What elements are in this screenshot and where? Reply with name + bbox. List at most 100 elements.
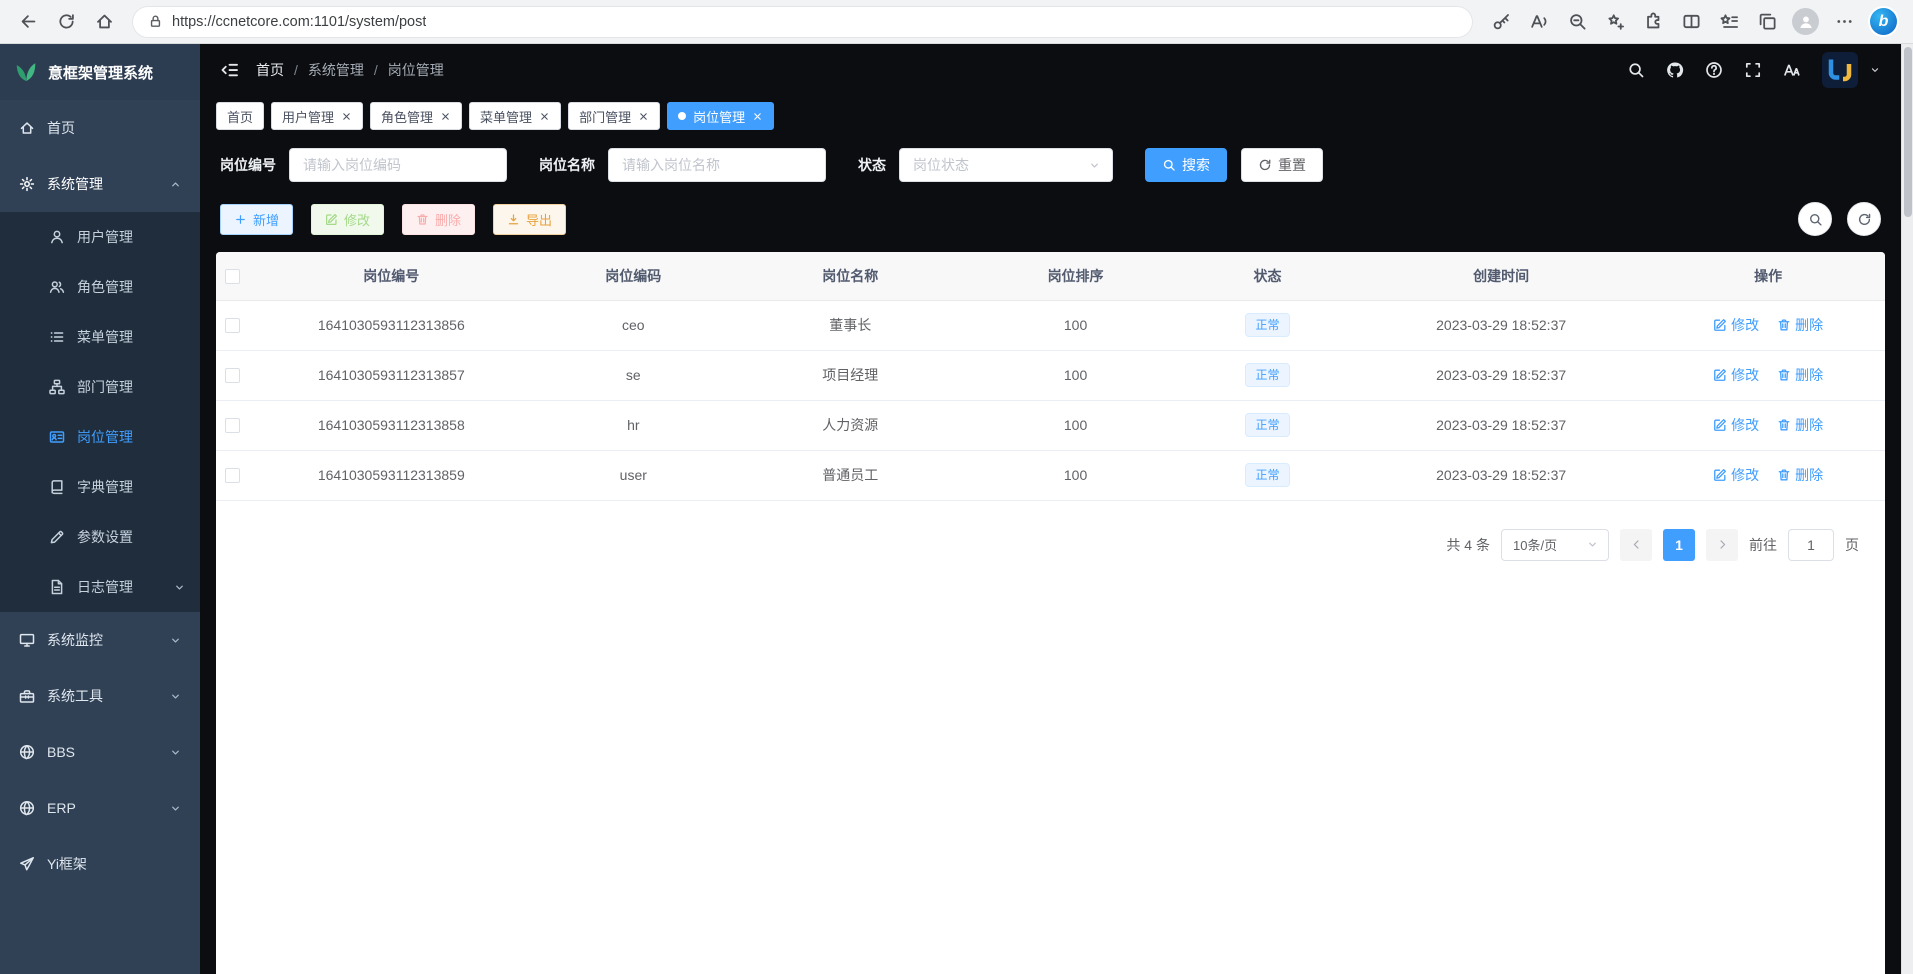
add-favorite-icon[interactable] — [1597, 5, 1633, 39]
sidebar-item[interactable]: 系统监控 — [0, 612, 200, 668]
select-all-checkbox[interactable] — [225, 269, 240, 284]
sidebar-item[interactable]: 部门管理 — [0, 362, 200, 412]
close-icon[interactable] — [440, 111, 451, 122]
next-page-button[interactable] — [1706, 529, 1738, 561]
sidebar-item[interactable]: 系统工具 — [0, 668, 200, 724]
export-button[interactable]: 导出 — [493, 204, 566, 235]
post-name-label: 岗位名称 — [539, 155, 595, 175]
sidebar-item[interactable]: 岗位管理 — [0, 412, 200, 462]
post-code-input[interactable] — [289, 148, 507, 182]
breadcrumb-item[interactable]: 首页 — [256, 60, 284, 80]
read-aloud-icon[interactable] — [1521, 5, 1557, 39]
row-checkbox-cell — [216, 400, 249, 450]
breadcrumb: 首页/系统管理/岗位管理 — [256, 60, 444, 80]
add-button[interactable]: 新增 — [220, 204, 293, 235]
address-bar[interactable]: https://ccnetcore.com:1101/system/post — [132, 6, 1473, 38]
search-button[interactable]: 搜索 — [1145, 148, 1227, 182]
favorites-bar-icon[interactable] — [1711, 5, 1747, 39]
sidebar-item-label: 菜单管理 — [77, 327, 133, 347]
row-checkbox[interactable] — [225, 368, 240, 383]
prev-page-button[interactable] — [1620, 529, 1652, 561]
tab-item[interactable]: 菜单管理 — [469, 102, 561, 130]
sidebar-item[interactable]: Yi框架 — [0, 836, 200, 892]
leaf-logo-icon — [14, 60, 38, 84]
goto-page-input[interactable] — [1788, 529, 1834, 561]
sidebar: 意框架管理系统 首页系统管理用户管理角色管理菜单管理部门管理岗位管理字典管理参数… — [0, 44, 200, 974]
users-icon — [48, 279, 66, 295]
cell-post-sort: 100 — [967, 400, 1184, 450]
refresh-table-button[interactable] — [1847, 202, 1881, 236]
sidebar-item[interactable]: 参数设置 — [0, 512, 200, 562]
breadcrumb-item[interactable]: 系统管理 — [308, 60, 364, 80]
sidebar-item[interactable]: 菜单管理 — [0, 312, 200, 362]
sidebar-item[interactable]: 用户管理 — [0, 212, 200, 262]
row-edit-button[interactable]: 修改 — [1713, 465, 1759, 485]
font-size-icon[interactable] — [1783, 61, 1801, 79]
header-search-icon[interactable] — [1627, 61, 1645, 79]
github-icon[interactable] — [1666, 61, 1684, 79]
gear-icon — [18, 176, 36, 192]
row-delete-button[interactable]: 删除 — [1777, 365, 1823, 385]
sidebar-item[interactable]: ERP — [0, 780, 200, 836]
page-scrollbar[interactable] — [1901, 44, 1913, 974]
sidebar-item[interactable]: 字典管理 — [0, 462, 200, 512]
close-icon[interactable] — [341, 111, 352, 122]
cell-post-code: ceo — [533, 300, 733, 350]
zoom-icon[interactable] — [1559, 5, 1595, 39]
tab-item[interactable]: 用户管理 — [271, 102, 363, 130]
row-checkbox[interactable] — [225, 468, 240, 483]
row-checkbox[interactable] — [225, 418, 240, 433]
sidebar-item[interactable]: BBS — [0, 724, 200, 780]
browser-menu-icon[interactable] — [1826, 5, 1862, 39]
row-delete-button[interactable]: 删除 — [1777, 315, 1823, 335]
delete-button[interactable]: 删除 — [402, 204, 475, 235]
sidebar-item-label: 岗位管理 — [77, 427, 133, 447]
password-key-icon[interactable] — [1483, 5, 1519, 39]
sidebar-item[interactable]: 首页 — [0, 100, 200, 156]
plane-icon — [18, 856, 36, 872]
row-edit-button[interactable]: 修改 — [1713, 365, 1759, 385]
tab-item[interactable]: 岗位管理 — [667, 102, 774, 130]
post-name-input[interactable] — [608, 148, 826, 182]
refresh-icon[interactable] — [48, 5, 84, 39]
sidebar-item[interactable]: 系统管理 — [0, 156, 200, 212]
close-icon[interactable] — [752, 111, 763, 122]
browser-profile-avatar[interactable] — [1792, 8, 1819, 35]
split-screen-icon[interactable] — [1673, 5, 1709, 39]
toolbox-icon — [18, 688, 36, 704]
row-edit-label: 修改 — [1731, 315, 1759, 335]
user-avatar[interactable] — [1822, 52, 1858, 88]
tab-item[interactable]: 首页 — [216, 102, 264, 130]
row-edit-button[interactable]: 修改 — [1713, 415, 1759, 435]
row-checkbox[interactable] — [225, 318, 240, 333]
lock-icon — [148, 14, 163, 29]
scrollbar-thumb[interactable] — [1904, 47, 1912, 217]
sidebar-toggle-icon[interactable] — [220, 60, 240, 80]
screen: https://ccnetcore.com:1101/system/post b… — [0, 0, 1913, 974]
toggle-search-button[interactable] — [1798, 202, 1832, 236]
sidebar-item[interactable]: 日志管理 — [0, 562, 200, 612]
tab-label: 角色管理 — [381, 107, 433, 126]
fullscreen-icon[interactable] — [1744, 61, 1762, 79]
chevron-down-icon — [169, 746, 182, 759]
close-icon[interactable] — [638, 111, 649, 122]
bing-icon[interactable]: b — [1870, 8, 1897, 35]
back-icon[interactable] — [10, 5, 46, 39]
close-icon[interactable] — [539, 111, 550, 122]
sidebar-item[interactable]: 角色管理 — [0, 262, 200, 312]
home-icon[interactable] — [86, 5, 122, 39]
row-edit-button[interactable]: 修改 — [1713, 315, 1759, 335]
tab-item[interactable]: 角色管理 — [370, 102, 462, 130]
row-delete-button[interactable]: 删除 — [1777, 415, 1823, 435]
collections-icon[interactable] — [1749, 5, 1785, 39]
page-size-select[interactable]: 10条/页 — [1501, 529, 1609, 561]
row-delete-button[interactable]: 删除 — [1777, 465, 1823, 485]
tab-item[interactable]: 部门管理 — [568, 102, 660, 130]
edit-button[interactable]: 修改 — [311, 204, 384, 235]
page-1-button[interactable]: 1 — [1663, 529, 1695, 561]
extensions-icon[interactable] — [1635, 5, 1671, 39]
avatar-caret-icon[interactable] — [1869, 64, 1881, 76]
status-select[interactable]: 岗位状态 — [899, 148, 1113, 182]
help-icon[interactable] — [1705, 61, 1723, 79]
reset-button[interactable]: 重置 — [1241, 148, 1323, 182]
